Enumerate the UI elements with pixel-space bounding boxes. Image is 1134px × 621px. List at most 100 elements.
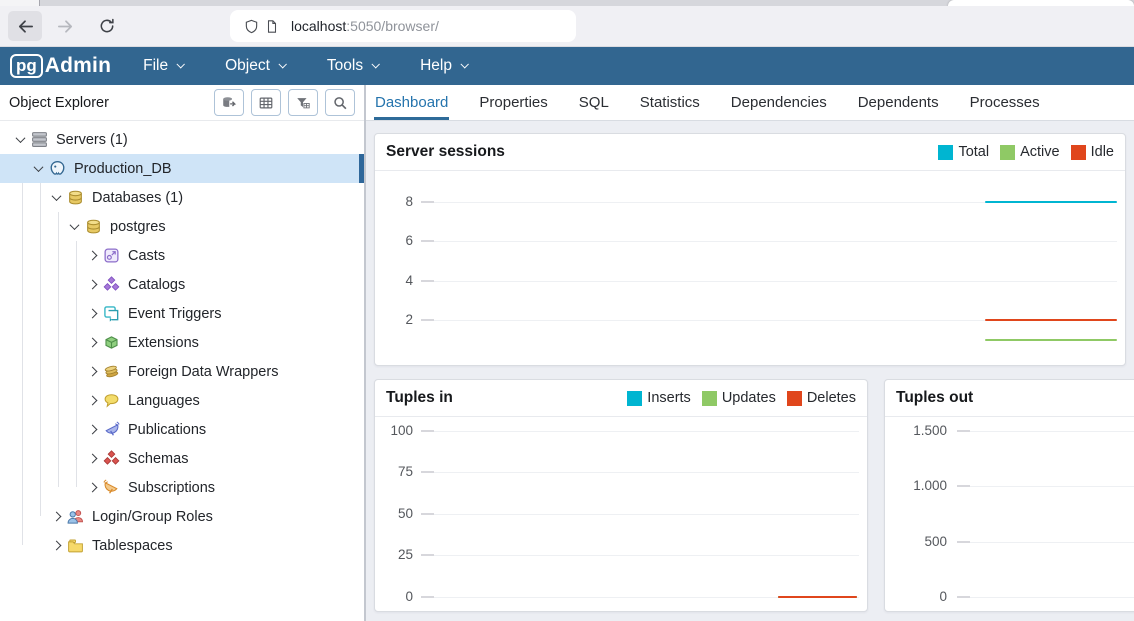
- browser-toolbar: localhost:5050/browser/: [0, 6, 1134, 47]
- tab-properties[interactable]: Properties: [478, 85, 548, 120]
- tree-toggle[interactable]: [66, 223, 82, 230]
- series-line-idle: [985, 319, 1117, 321]
- chevron-right-icon: [87, 338, 97, 348]
- menu-object[interactable]: Object: [225, 57, 285, 75]
- menu-file[interactable]: File: [143, 57, 183, 75]
- y-tick-label: 2: [375, 311, 413, 329]
- tree-toggle[interactable]: [84, 368, 100, 375]
- chevron-down-icon: [69, 220, 79, 230]
- tree-item-databases-1[interactable]: Databases (1): [0, 183, 364, 212]
- legend-swatch: [1000, 145, 1015, 160]
- chevron-right-icon: [51, 512, 61, 522]
- tree-item-foreign-data-wrappers[interactable]: Foreign Data Wrappers: [0, 357, 364, 386]
- search-button[interactable]: [325, 89, 355, 116]
- shield-icon[interactable]: [244, 19, 259, 34]
- tree-toggle[interactable]: [12, 136, 28, 143]
- pgadmin-logo: pg Admin: [10, 54, 111, 78]
- tree-toggle[interactable]: [84, 281, 100, 288]
- menu-label: Tools: [327, 57, 363, 75]
- y-tick-label: 6: [375, 232, 413, 250]
- tree-item-postgres[interactable]: postgres: [0, 212, 364, 241]
- tree-item-production-db[interactable]: Production_DB: [0, 154, 364, 183]
- tree-item-label: Casts: [128, 248, 165, 264]
- menu-label: File: [143, 57, 168, 75]
- tree-item-subscriptions[interactable]: Subscriptions: [0, 473, 364, 502]
- legend-label: Idle: [1091, 144, 1114, 160]
- tab-dependencies[interactable]: Dependencies: [730, 85, 828, 120]
- tree-item-label: Production_DB: [74, 161, 172, 177]
- tree-item-tablespaces[interactable]: Tablespaces: [0, 531, 364, 560]
- tree-item-catalogs[interactable]: Catalogs: [0, 270, 364, 299]
- chevron-right-icon: [87, 396, 97, 406]
- view-data-icon: [258, 95, 274, 111]
- tree-toggle[interactable]: [84, 455, 100, 462]
- tree-toggle[interactable]: [84, 252, 100, 259]
- tree-toggle[interactable]: [30, 165, 46, 172]
- url-host: localhost: [291, 18, 346, 34]
- languages-icon: [103, 392, 122, 410]
- tree-toggle[interactable]: [84, 310, 100, 317]
- tree-item-label: Servers (1): [56, 132, 128, 148]
- catalogs-icon: [103, 276, 122, 294]
- tree-item-event-triggers[interactable]: Event Triggers: [0, 299, 364, 328]
- tree-item-languages[interactable]: Languages: [0, 386, 364, 415]
- chevron-right-icon: [87, 483, 97, 493]
- chart-legend: TotalActiveIdle: [938, 144, 1114, 160]
- tree-item-label: Databases (1): [92, 190, 183, 206]
- tab-dashboard[interactable]: Dashboard: [374, 85, 449, 120]
- tree-item-servers-1[interactable]: Servers (1): [0, 125, 364, 154]
- browser-refresh-button[interactable]: [90, 11, 124, 41]
- url-bar[interactable]: localhost:5050/browser/: [230, 10, 576, 42]
- tree-toggle[interactable]: [84, 339, 100, 346]
- page-info-icon[interactable]: [265, 19, 279, 34]
- menu-tools[interactable]: Tools: [327, 57, 378, 75]
- panel-title: Tuples out: [896, 389, 1134, 407]
- legend-swatch: [702, 391, 717, 406]
- chevron-down-icon: [278, 60, 286, 68]
- casts-icon: [103, 247, 122, 265]
- tab-statistics[interactable]: Statistics: [639, 85, 701, 120]
- panel-header: Tuples inInsertsUpdatesDeletes: [375, 380, 867, 417]
- series-lines: [421, 417, 859, 611]
- forward-arrow-icon: [56, 17, 75, 36]
- tree-item-casts[interactable]: Casts: [0, 241, 364, 270]
- url-path: :5050/browser/: [346, 18, 439, 34]
- tab-dependents[interactable]: Dependents: [857, 85, 940, 120]
- tree-toggle[interactable]: [84, 397, 100, 404]
- legend-swatch: [627, 391, 642, 406]
- tab-processes[interactable]: Processes: [969, 85, 1041, 120]
- series-line-deletes: [778, 596, 857, 598]
- tree-toggle[interactable]: [84, 484, 100, 491]
- filter-button[interactable]: [288, 89, 318, 116]
- tree-item-extensions[interactable]: Extensions: [0, 328, 364, 357]
- database-connect-button[interactable]: [214, 89, 244, 116]
- tree-toggle[interactable]: [84, 426, 100, 433]
- tree-toggle[interactable]: [48, 194, 64, 201]
- database-connect-icon: [221, 95, 237, 111]
- legend-swatch: [1071, 145, 1086, 160]
- tree-item-login-group-roles[interactable]: Login/Group Roles: [0, 502, 364, 531]
- back-arrow-icon: [16, 17, 35, 36]
- chart-plot-area: 1.5001.0005000: [885, 417, 1134, 611]
- legend-label: Deletes: [807, 390, 856, 406]
- legend-label: Inserts: [647, 390, 691, 406]
- tree-item-publications[interactable]: Publications: [0, 415, 364, 444]
- tree-toggle[interactable]: [48, 513, 64, 520]
- tab-sql[interactable]: SQL: [578, 85, 610, 120]
- menu-help[interactable]: Help: [420, 57, 467, 75]
- panel-header: Server sessionsTotalActiveIdle: [375, 134, 1125, 171]
- view-data-button[interactable]: [251, 89, 281, 116]
- chevron-down-icon: [372, 60, 380, 68]
- tree-toggle[interactable]: [48, 542, 64, 549]
- panel-title: Tuples in: [386, 389, 627, 407]
- browser-forward-button[interactable]: [48, 11, 82, 41]
- extensions-icon: [103, 334, 122, 352]
- search-icon: [332, 95, 348, 111]
- tree-item-schemas[interactable]: Schemas: [0, 444, 364, 473]
- y-tick-label: 4: [375, 272, 413, 290]
- legend-label: Active: [1020, 144, 1060, 160]
- databases-icon: [67, 189, 86, 207]
- series-line-total: [985, 201, 1117, 203]
- chevron-right-icon: [87, 425, 97, 435]
- browser-back-button[interactable]: [8, 11, 42, 41]
